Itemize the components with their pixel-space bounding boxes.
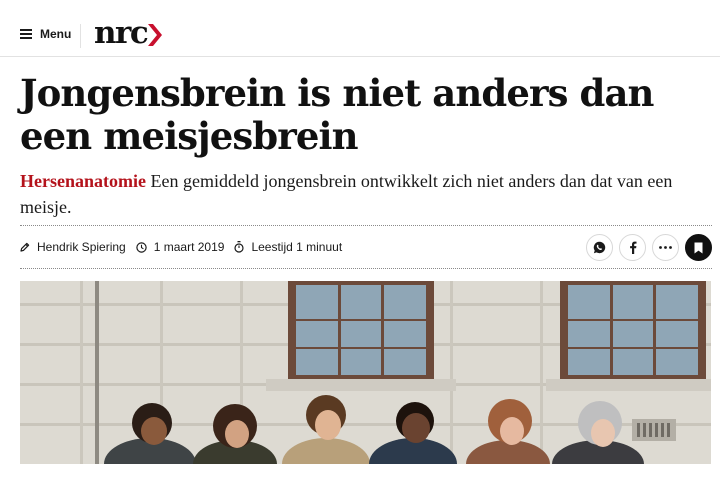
logo-chevron-icon: [148, 23, 163, 46]
article-title: Jongensbrein is niet anders dan een meis…: [20, 71, 654, 158]
facebook-icon: [629, 241, 636, 254]
more-options-button[interactable]: [652, 234, 679, 261]
more-dots-icon: [659, 246, 672, 249]
reading-time-meta: Leestijd 1 minuut: [234, 240, 342, 254]
header-divider: [80, 24, 81, 48]
divider-bottom: [20, 268, 712, 269]
share-facebook-button[interactable]: [619, 234, 646, 261]
menu-label: Menu: [40, 27, 72, 41]
logo-text: nrc: [94, 15, 149, 51]
pen-icon: [20, 242, 30, 252]
date-meta: 1 maart 2019: [136, 240, 225, 254]
clock-icon: [136, 241, 147, 253]
article-intro: Hersenanatomie Een gemiddeld jongensbrei…: [20, 168, 710, 220]
bookmark-icon: [694, 242, 703, 253]
reading-time: Leestijd 1 minuut: [251, 240, 343, 254]
menu-button[interactable]: Menu: [20, 24, 71, 44]
article-byline: Hendrik Spiering 1 maart 2019 Leestijd 1…: [20, 240, 352, 254]
author-meta: Hendrik Spiering: [20, 240, 126, 254]
nrc-logo[interactable]: nrc: [94, 15, 163, 51]
bookmark-button[interactable]: [685, 234, 712, 261]
share-whatsapp-button[interactable]: [586, 234, 613, 261]
article-category[interactable]: Hersenanatomie: [20, 171, 146, 191]
share-toolbar: [580, 234, 712, 261]
whatsapp-icon: [593, 241, 606, 254]
article-lead-photo: [20, 281, 711, 464]
publish-date: 1 maart 2019: [153, 240, 225, 254]
divider-top: [20, 225, 712, 226]
site-header: Menu nrc: [0, 0, 720, 57]
stopwatch-icon: [234, 241, 245, 253]
author-name[interactable]: Hendrik Spiering: [37, 240, 126, 254]
hamburger-icon: [20, 29, 32, 39]
